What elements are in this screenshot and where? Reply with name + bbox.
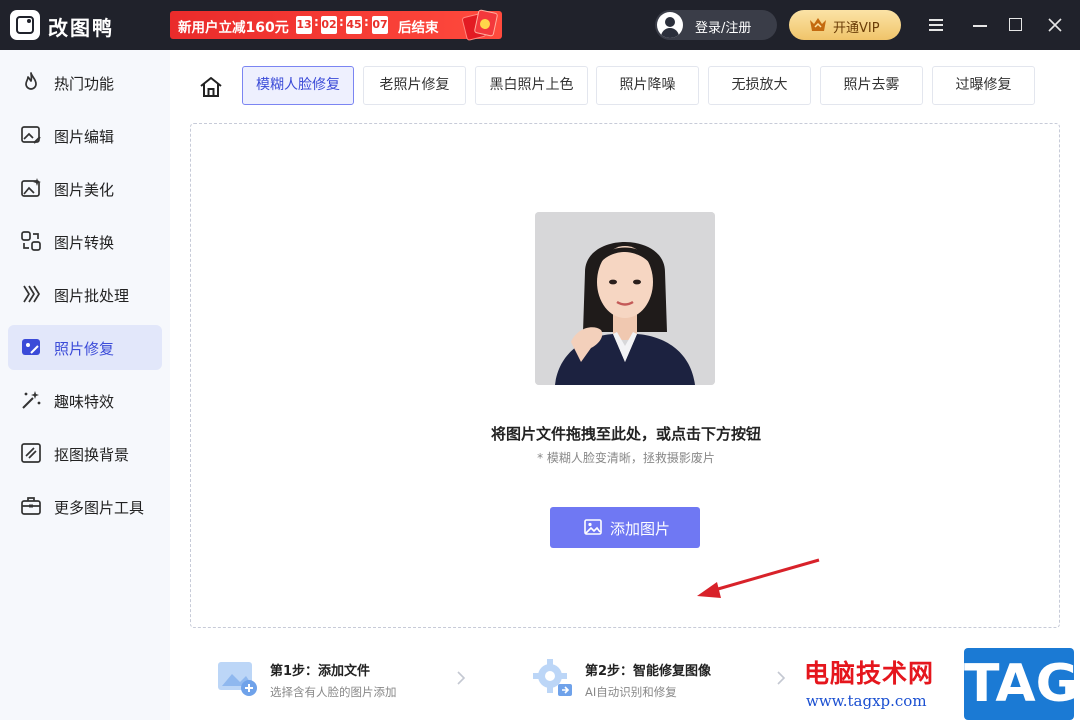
sidebar-item-hot[interactable]: 热门功能 — [8, 60, 162, 105]
title-bar: 改图鸭 新用户立减160元 13 : 02 : 45 : 07 后结束 登录/注… — [0, 0, 1080, 50]
sidebar-item-cutout[interactable]: 抠图换背景 — [8, 431, 162, 476]
promo-suffix: 后结束 — [398, 20, 439, 36]
vip-button[interactable]: 开通VIP — [789, 10, 901, 40]
tab-colorize[interactable]: 黑白照片上色 — [475, 66, 588, 105]
sidebar: 热门功能 图片编辑 图片美化 图片转换 图片批处理 照片修复 趣味特效 抠图换背… — [0, 50, 170, 720]
maximize-icon[interactable] — [1002, 12, 1028, 38]
app-logo-icon — [10, 10, 40, 40]
image-beautify-icon — [21, 178, 41, 197]
batch-process-icon — [23, 285, 40, 303]
sidebar-item-photo-repair[interactable]: 照片修复 — [8, 325, 162, 370]
countdown-seconds: 45 — [346, 16, 362, 34]
tab-blur-face-repair[interactable]: 模糊人脸修复 — [242, 66, 354, 105]
close-icon[interactable] — [1042, 12, 1068, 38]
avatar-icon — [657, 12, 683, 38]
app-name: 改图鸭 — [48, 16, 114, 40]
fire-icon — [25, 72, 37, 90]
sample-portrait-image — [535, 212, 715, 385]
countdown-minutes: 02 — [321, 16, 337, 34]
add-file-step-icon — [218, 662, 257, 696]
image-convert-icon — [21, 231, 41, 251]
sidebar-item-beautify[interactable]: 图片美化 — [8, 166, 162, 211]
tab-overexposure-repair[interactable]: 过曝修复 — [932, 66, 1035, 105]
image-icon — [584, 519, 602, 535]
image-edit-icon — [21, 126, 41, 144]
tab-old-photo-repair[interactable]: 老照片修复 — [363, 66, 466, 105]
cutout-icon — [21, 443, 41, 463]
sidebar-item-convert[interactable]: 图片转换 — [8, 219, 162, 264]
step-1-subtitle: 选择含有人脸的图片添加 — [270, 685, 397, 699]
promo-banner[interactable]: 新用户立减160元 13 : 02 : 45 : 07 后结束 — [170, 9, 502, 42]
photo-repair-icon — [22, 339, 40, 355]
tab-dehaze[interactable]: 照片去雾 — [820, 66, 923, 105]
sidebar-item-edit[interactable]: 图片编辑 — [8, 113, 162, 158]
home-icon[interactable] — [198, 74, 224, 100]
sidebar-item-batch[interactable]: 图片批处理 — [8, 272, 162, 317]
watermark-url: www.tagxp.com — [806, 692, 927, 710]
watermark-cn: 电脑技术网 — [804, 659, 935, 688]
countdown-centis: 07 — [372, 16, 388, 34]
watermark-tag: TAG — [964, 648, 1078, 720]
toolbox-icon — [21, 497, 41, 515]
login-label: 登录/注册 — [695, 21, 752, 36]
minimize-icon[interactable] — [967, 12, 993, 38]
dropzone-title: 将图片文件拖拽至此处，或点击下方按钮 — [490, 425, 761, 443]
login-button[interactable]: 登录/注册 — [655, 10, 777, 40]
step-1-title: 第1步：添加文件 — [270, 664, 371, 679]
sidebar-item-more-tools[interactable]: 更多图片工具 — [8, 484, 162, 529]
main-panel: 模糊人脸修复 老照片修复 黑白照片上色 照片降噪 无损放大 照片去雾 过曝修复 — [170, 50, 1080, 720]
watermark: 电脑技术网 www.tagxp.com TAG — [800, 648, 1080, 720]
sidebar-item-effects[interactable]: 趣味特效 — [8, 378, 162, 423]
red-arrow-annotation — [697, 558, 820, 598]
countdown-hours: 13 — [296, 16, 312, 34]
add-image-button[interactable]: 添加图片 — [550, 507, 700, 548]
chevron-right-icon — [457, 671, 466, 685]
red-envelope-icon — [460, 9, 499, 42]
upload-dropzone[interactable]: 将图片文件拖拽至此处，或点击下方按钮 * 模糊人脸变清晰，拯救摄影废片 添加图片 — [190, 123, 1060, 628]
vip-label: 开通VIP — [833, 21, 880, 36]
tab-upscale[interactable]: 无损放大 — [708, 66, 811, 105]
crown-icon — [810, 18, 826, 31]
tab-denoise[interactable]: 照片降噪 — [596, 66, 699, 105]
chevron-right-icon — [777, 671, 786, 685]
magic-wand-icon — [22, 391, 41, 409]
dropzone-subtitle: * 模糊人脸变清晰，拯救摄影废片 — [537, 451, 715, 465]
menu-icon[interactable] — [923, 12, 949, 38]
smart-repair-step-icon — [533, 659, 572, 696]
promo-text: 新用户立减160元 — [178, 20, 289, 36]
step-2-subtitle: AI自动识别和修复 — [585, 685, 677, 699]
step-2-title: 第2步：智能修复图像 — [585, 664, 712, 679]
